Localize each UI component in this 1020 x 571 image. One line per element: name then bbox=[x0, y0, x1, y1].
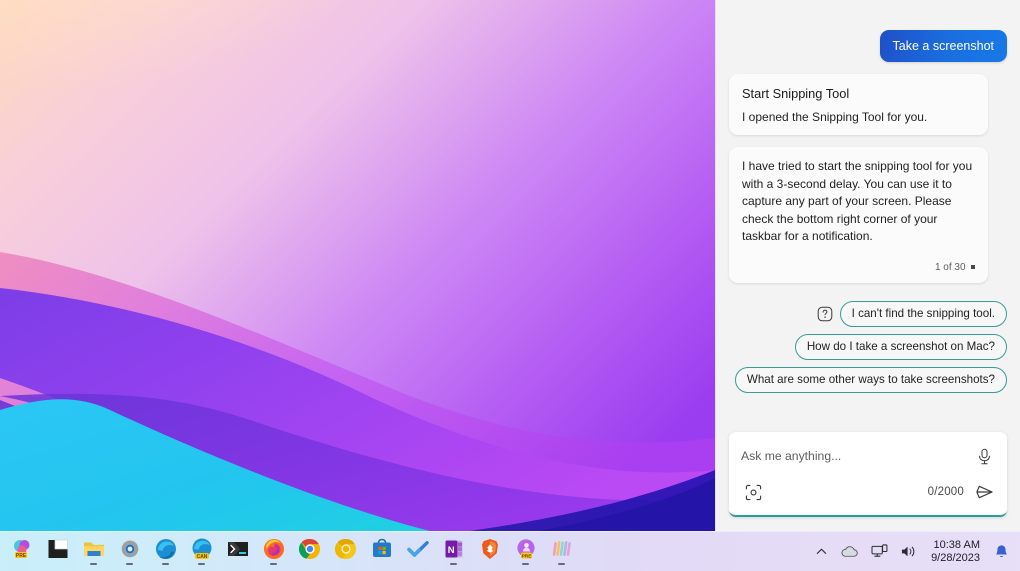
running-indicator bbox=[126, 562, 133, 565]
composer: 0/2000 bbox=[729, 432, 1007, 517]
taskbar-item-settings[interactable] bbox=[113, 533, 146, 571]
send-button[interactable] bbox=[972, 480, 996, 504]
chevron-up-icon bbox=[816, 548, 827, 554]
running-indicator bbox=[558, 562, 565, 565]
taskbar-item-chrome-canary[interactable] bbox=[329, 533, 362, 571]
plugin-result-subtitle: I opened the Snipping Tool for you. bbox=[742, 110, 928, 124]
user-message: Take a screenshot bbox=[879, 30, 1007, 62]
message-counter: 1 of 30 bbox=[934, 261, 966, 273]
chat-input[interactable] bbox=[741, 449, 972, 463]
clock-date: 9/28/2023 bbox=[931, 551, 980, 564]
network-button[interactable] bbox=[866, 535, 893, 569]
taskbar-item-prezi[interactable]: PRE bbox=[5, 533, 38, 571]
taskbar-item-edge[interactable] bbox=[149, 533, 182, 571]
running-indicator bbox=[270, 562, 277, 565]
cloud-icon bbox=[841, 546, 858, 557]
network-icon bbox=[871, 544, 888, 557]
suggestion-row-2: How do I take a screenshot on Mac? bbox=[794, 333, 1007, 360]
wallpaper-artwork bbox=[0, 0, 715, 531]
show-hidden-icons-button[interactable] bbox=[810, 535, 833, 569]
chat-thread: Take a screenshot Start Snipping Tool I … bbox=[716, 0, 1020, 421]
message-counter-row: 1 of 30 bbox=[742, 256, 975, 273]
running-indicator bbox=[162, 562, 169, 565]
taskbar-item-onenote[interactable]: N bbox=[437, 533, 470, 571]
copilot-panel: Take a screenshot Start Snipping Tool I … bbox=[715, 0, 1020, 531]
clock-time: 10:38 AM bbox=[933, 538, 980, 551]
suggestion-row-1: I can't find the snipping tool. bbox=[817, 300, 1007, 327]
suggestion-chip-3[interactable]: What are some other ways to take screens… bbox=[734, 366, 1007, 393]
taskbar-icons: PRE CAN N PRE bbox=[0, 533, 578, 571]
taskbar-item-clipchamp[interactable] bbox=[545, 533, 578, 571]
terminal-icon bbox=[227, 541, 248, 556]
chrome-canary-icon bbox=[334, 538, 356, 559]
clipchamp-icon bbox=[552, 540, 571, 556]
character-counter: 0/2000 bbox=[927, 486, 964, 498]
taskbar-item-todo[interactable] bbox=[401, 533, 434, 571]
taskbar-item-terminal[interactable] bbox=[221, 533, 254, 571]
gear-icon bbox=[120, 539, 138, 557]
running-indicator bbox=[450, 562, 457, 565]
brave-icon bbox=[481, 538, 498, 559]
screen: Take a screenshot Start Snipping Tool I … bbox=[0, 0, 1020, 571]
volume-button[interactable] bbox=[895, 535, 922, 569]
microphone-button[interactable] bbox=[972, 444, 996, 468]
taskbar-item-brave[interactable] bbox=[473, 533, 506, 571]
send-icon bbox=[975, 485, 993, 499]
suggestion-chip-2[interactable]: How do I take a screenshot on Mac? bbox=[794, 333, 1007, 360]
suggestion-row-3: What are some other ways to take screens… bbox=[734, 366, 1007, 393]
user-message-row: Take a screenshot bbox=[729, 30, 1007, 62]
edge-icon bbox=[155, 538, 176, 559]
composer-bottom-row: 0/2000 bbox=[729, 478, 1007, 515]
notifications-button[interactable] bbox=[989, 535, 1014, 569]
taskbar-item-prezi-video[interactable]: PRE bbox=[509, 533, 542, 571]
running-indicator bbox=[90, 562, 97, 565]
suggestion-chip-1[interactable]: I can't find the snipping tool. bbox=[839, 300, 1007, 327]
microphone-icon bbox=[978, 448, 990, 464]
taskbar: PRE CAN N PRE 10:38 AM 9/28/2023 bbox=[0, 531, 1020, 571]
firefox-icon bbox=[263, 538, 284, 559]
suggestion-list: I can't find the snipping tool. How do I… bbox=[729, 295, 1007, 393]
taskbar-item-store[interactable] bbox=[365, 533, 398, 571]
assistant-message-text: I have tried to start the snipping tool … bbox=[742, 159, 973, 243]
plugin-result-title: Start Snipping Tool bbox=[742, 86, 850, 101]
taskbar-item-edge-canary[interactable]: CAN bbox=[185, 533, 218, 571]
clock[interactable]: 10:38 AM 9/28/2023 bbox=[924, 535, 987, 569]
chrome-icon bbox=[298, 538, 320, 559]
composer-top-row bbox=[729, 432, 1007, 478]
stop-indicator-icon bbox=[970, 265, 975, 269]
task-view-icon bbox=[48, 539, 68, 558]
assistant-message-row: I have tried to start the snipping tool … bbox=[729, 147, 1007, 283]
plugin-result-row: Start Snipping Tool I opened the Snippin… bbox=[729, 74, 1007, 135]
plugin-result-card: Start Snipping Tool I opened the Snippin… bbox=[729, 74, 988, 135]
onenote-icon: N bbox=[445, 540, 462, 557]
taskbar-item-file-explorer[interactable] bbox=[77, 533, 110, 571]
svg-text:CAN: CAN bbox=[196, 554, 207, 560]
bell-icon bbox=[996, 544, 1007, 557]
svg-text:PRE: PRE bbox=[521, 553, 532, 559]
taskbar-item-firefox[interactable] bbox=[257, 533, 290, 571]
taskbar-item-task-view[interactable] bbox=[41, 533, 74, 571]
folder-icon bbox=[83, 542, 104, 556]
taskbar-item-chrome[interactable] bbox=[293, 533, 326, 571]
svg-text:PRE: PRE bbox=[15, 553, 26, 559]
edge-canary-icon: CAN bbox=[192, 538, 211, 560]
svg-text:N: N bbox=[447, 544, 454, 555]
store-icon bbox=[372, 538, 391, 557]
add-image-button[interactable] bbox=[741, 480, 765, 504]
assistant-message: I have tried to start the snipping tool … bbox=[729, 147, 988, 283]
running-indicator bbox=[198, 562, 205, 565]
prezi-icon: PRE bbox=[13, 539, 29, 559]
desktop-wallpaper[interactable] bbox=[0, 0, 715, 531]
help-icon[interactable] bbox=[817, 306, 833, 322]
system-tray: 10:38 AM 9/28/2023 bbox=[810, 532, 1020, 571]
camera-scan-icon bbox=[745, 484, 761, 500]
todo-check-icon bbox=[406, 540, 429, 557]
volume-icon bbox=[902, 546, 915, 557]
weather-button[interactable] bbox=[835, 535, 864, 569]
prezi-video-icon: PRE bbox=[516, 538, 535, 559]
running-indicator bbox=[522, 562, 529, 565]
composer-container: 0/2000 bbox=[716, 421, 1020, 531]
